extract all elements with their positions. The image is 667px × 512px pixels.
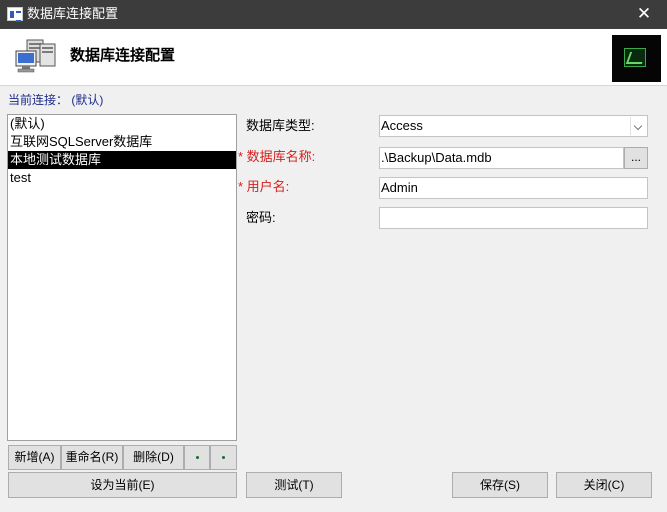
db-type-label: 数据库类型: bbox=[246, 118, 315, 133]
connection-list[interactable]: (默认) 互联网SQLServer数据库 本地测试数据库 test bbox=[7, 114, 237, 441]
user-label: * 用户名: bbox=[238, 179, 290, 194]
user-field[interactable]: Admin bbox=[379, 177, 648, 199]
list-item[interactable]: (默认) bbox=[8, 115, 236, 133]
database-servers-icon bbox=[15, 39, 56, 73]
db-type-value: Access bbox=[381, 118, 423, 133]
move-up-button[interactable] bbox=[184, 445, 210, 470]
delete-button[interactable]: 删除(D) bbox=[123, 445, 184, 470]
db-type-select[interactable]: Access bbox=[379, 115, 648, 137]
test-button[interactable]: 测试(T) bbox=[246, 472, 342, 498]
list-item[interactable]: 互联网SQLServer数据库 bbox=[8, 133, 236, 151]
title-bar: 数据库连接配置 ✕ bbox=[0, 0, 667, 29]
monitor-chart-icon bbox=[624, 48, 646, 67]
chevron-down-icon[interactable] bbox=[630, 117, 646, 135]
window-title: 数据库连接配置 bbox=[27, 6, 119, 21]
move-down-icon bbox=[222, 456, 225, 460]
add-button[interactable]: 新增(A) bbox=[8, 445, 61, 470]
db-name-field[interactable]: .\Backup\Data.mdb bbox=[379, 147, 624, 169]
db-name-label: * 数据库名称: bbox=[238, 149, 316, 164]
move-down-button[interactable] bbox=[210, 445, 237, 470]
rename-button[interactable]: 重命名(R) bbox=[61, 445, 123, 470]
close-icon[interactable]: ✕ bbox=[621, 0, 667, 29]
password-label: 密码: bbox=[246, 210, 276, 225]
move-up-icon bbox=[195, 456, 199, 460]
save-button[interactable]: 保存(S) bbox=[452, 472, 548, 498]
current-connection-label: 当前连接： (默认) bbox=[8, 93, 104, 107]
list-item-selected[interactable]: 本地测试数据库 bbox=[8, 151, 236, 169]
app-icon bbox=[7, 7, 23, 22]
header-title: 数据库连接配置 bbox=[70, 47, 176, 64]
close-button[interactable]: 关闭(C) bbox=[556, 472, 652, 498]
browse-button[interactable]: ... bbox=[624, 147, 648, 169]
password-field[interactable] bbox=[379, 207, 648, 229]
set-current-button[interactable]: 设为当前(E) bbox=[8, 472, 237, 498]
logo bbox=[612, 35, 661, 82]
header-banner: 数据库连接配置 bbox=[0, 29, 667, 86]
list-item[interactable]: test bbox=[8, 169, 236, 187]
